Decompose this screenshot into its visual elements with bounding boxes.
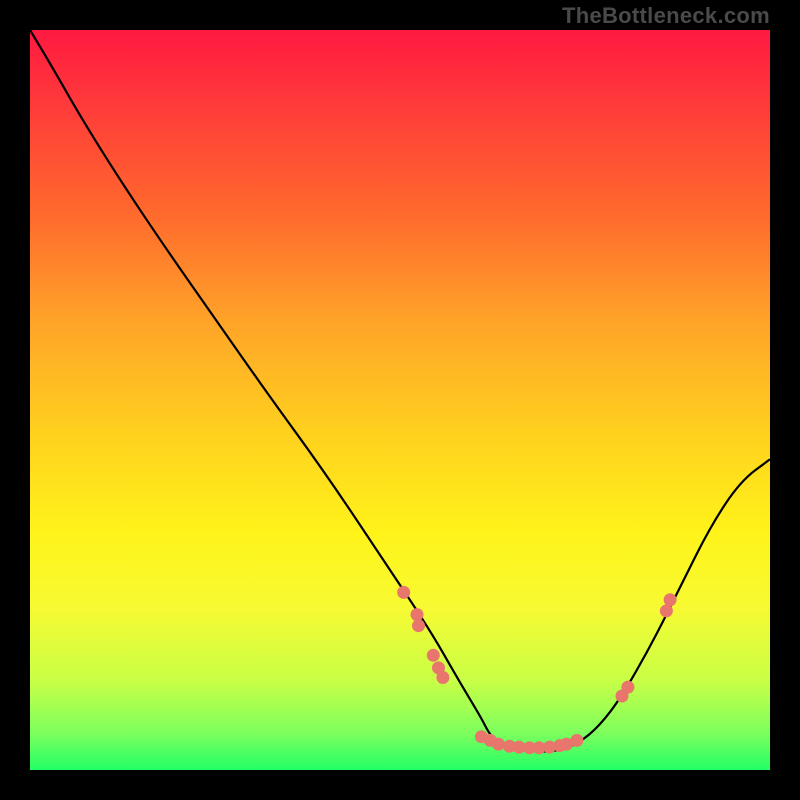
scatter-dot [397, 586, 410, 599]
scatter-dot [412, 619, 425, 632]
branding-label: TheBottleneck.com [562, 3, 770, 29]
chart-stage: TheBottleneck.com [0, 0, 800, 800]
scatter-dot [436, 671, 449, 684]
scatter-dot [427, 649, 440, 662]
chart-overlay [30, 30, 770, 770]
scatter-dot [492, 738, 505, 751]
scatter-dot [660, 604, 673, 617]
scatter-dot [664, 593, 677, 606]
scatter-group [397, 586, 676, 754]
bottleneck-curve [30, 30, 770, 752]
scatter-dot [621, 681, 634, 694]
scatter-dot [411, 608, 424, 621]
scatter-dot [570, 734, 583, 747]
